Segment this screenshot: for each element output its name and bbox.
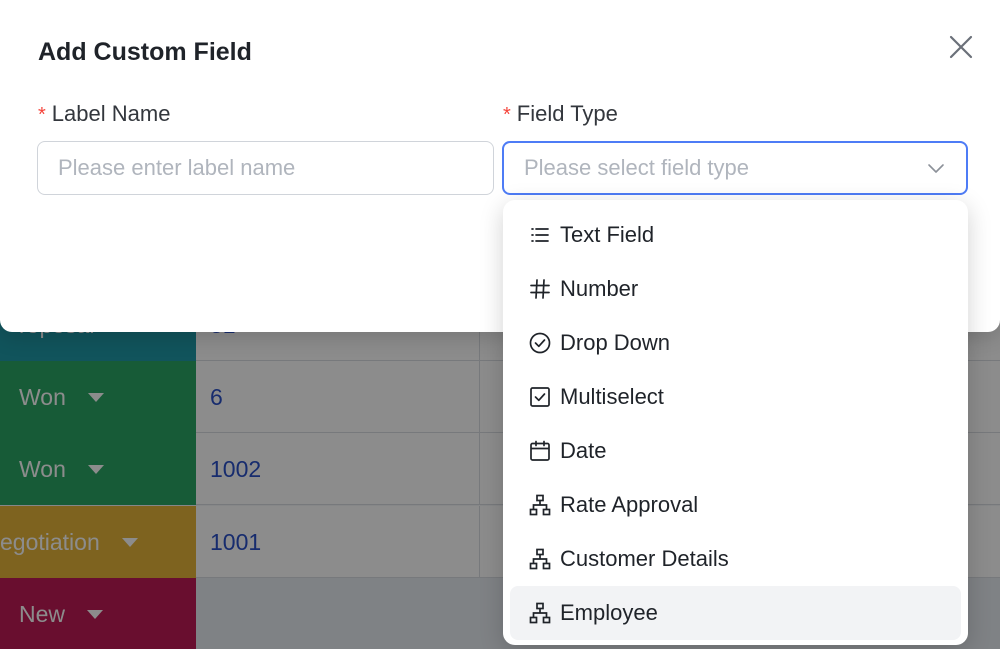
option-rate-approval[interactable]: Rate Approval: [510, 478, 961, 532]
required-mark: *: [503, 104, 511, 126]
hierarchy-icon: [529, 494, 551, 516]
option-employee[interactable]: Employee: [510, 586, 961, 640]
chevron-down-icon: [928, 164, 944, 173]
option-label: Rate Approval: [560, 492, 699, 517]
calendar-icon: [530, 440, 550, 461]
option-text-field[interactable]: Text Field: [510, 208, 961, 262]
close-button[interactable]: [944, 30, 978, 64]
option-date[interactable]: Date: [510, 424, 961, 478]
field-type-dropdown: Text Field Number Drop Down Multiselect …: [503, 200, 968, 645]
check-circle-icon: [529, 332, 551, 354]
close-icon: [949, 35, 973, 59]
label-name-input[interactable]: [37, 141, 494, 195]
option-label: Number: [560, 276, 639, 301]
option-label: Date: [560, 438, 607, 463]
field-type-select[interactable]: Please select field type: [502, 141, 968, 195]
option-multiselect[interactable]: Multiselect: [510, 370, 961, 424]
option-drop-down[interactable]: Drop Down: [510, 316, 961, 370]
option-label: Drop Down: [560, 330, 671, 355]
check-square-icon: [530, 387, 550, 407]
option-label: Text Field: [560, 222, 655, 247]
option-number[interactable]: Number: [510, 262, 961, 316]
label-name-label: * Label Name: [38, 101, 170, 127]
option-label: Customer Details: [560, 546, 729, 571]
option-customer-details[interactable]: Customer Details: [510, 532, 961, 586]
hierarchy-icon: [529, 548, 551, 570]
hierarchy-icon: [529, 602, 551, 624]
option-label: Multiselect: [560, 384, 664, 409]
field-type-label: * Field Type: [503, 101, 618, 127]
list-icon: [531, 228, 549, 242]
field-type-text: Field Type: [516, 101, 618, 126]
field-type-placeholder: Please select field type: [524, 155, 750, 180]
hash-icon: [530, 279, 550, 299]
modal-title: Add Custom Field: [38, 38, 252, 66]
required-mark: *: [38, 104, 46, 126]
option-label: Employee: [560, 600, 658, 625]
label-name-text: Label Name: [51, 101, 171, 126]
